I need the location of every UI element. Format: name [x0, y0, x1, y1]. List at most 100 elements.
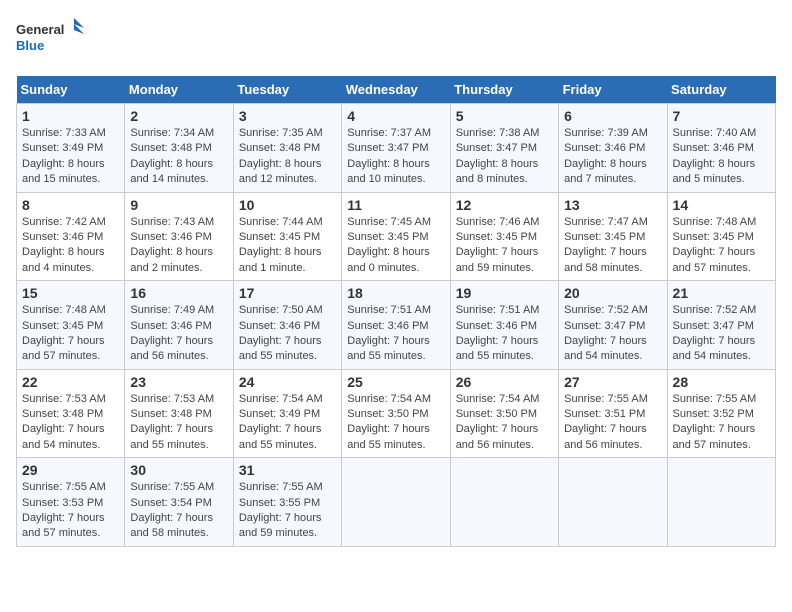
day-info: Sunrise: 7:53 AMSunset: 3:48 PMDaylight:… [22, 393, 106, 451]
day-info: Sunrise: 7:38 AMSunset: 3:47 PMDaylight:… [456, 127, 540, 185]
calendar-cell: 1 Sunrise: 7:33 AMSunset: 3:49 PMDayligh… [17, 104, 125, 193]
day-info: Sunrise: 7:55 AMSunset: 3:51 PMDaylight:… [564, 393, 648, 451]
header: General Blue [16, 16, 776, 66]
calendar-cell: 2 Sunrise: 7:34 AMSunset: 3:48 PMDayligh… [125, 104, 233, 193]
weekday-header-thursday: Thursday [450, 76, 558, 104]
day-number: 10 [239, 197, 336, 213]
day-info: Sunrise: 7:34 AMSunset: 3:48 PMDaylight:… [130, 127, 214, 185]
day-info: Sunrise: 7:52 AMSunset: 3:47 PMDaylight:… [564, 304, 648, 362]
day-number: 9 [130, 197, 227, 213]
calendar-cell: 10 Sunrise: 7:44 AMSunset: 3:45 PMDaylig… [233, 192, 341, 281]
calendar-cell: 25 Sunrise: 7:54 AMSunset: 3:50 PMDaylig… [342, 369, 450, 458]
calendar-cell: 16 Sunrise: 7:49 AMSunset: 3:46 PMDaylig… [125, 281, 233, 370]
calendar-cell: 14 Sunrise: 7:48 AMSunset: 3:45 PMDaylig… [667, 192, 775, 281]
svg-text:Blue: Blue [16, 38, 44, 53]
calendar-cell: 15 Sunrise: 7:48 AMSunset: 3:45 PMDaylig… [17, 281, 125, 370]
day-number: 8 [22, 197, 119, 213]
calendar-cell: 24 Sunrise: 7:54 AMSunset: 3:49 PMDaylig… [233, 369, 341, 458]
day-number: 6 [564, 108, 661, 124]
svg-text:General: General [16, 22, 64, 37]
day-number: 17 [239, 285, 336, 301]
day-number: 21 [673, 285, 770, 301]
calendar-week-4: 22 Sunrise: 7:53 AMSunset: 3:48 PMDaylig… [17, 369, 776, 458]
calendar-cell: 17 Sunrise: 7:50 AMSunset: 3:46 PMDaylig… [233, 281, 341, 370]
day-info: Sunrise: 7:55 AMSunset: 3:55 PMDaylight:… [239, 481, 323, 539]
calendar-header: SundayMondayTuesdayWednesdayThursdayFrid… [17, 76, 776, 104]
day-number: 26 [456, 374, 553, 390]
day-info: Sunrise: 7:51 AMSunset: 3:46 PMDaylight:… [456, 304, 540, 362]
day-info: Sunrise: 7:50 AMSunset: 3:46 PMDaylight:… [239, 304, 323, 362]
calendar-cell: 28 Sunrise: 7:55 AMSunset: 3:52 PMDaylig… [667, 369, 775, 458]
calendar-cell [559, 458, 667, 547]
calendar-cell: 31 Sunrise: 7:55 AMSunset: 3:55 PMDaylig… [233, 458, 341, 547]
logo: General Blue [16, 16, 86, 66]
calendar-cell: 26 Sunrise: 7:54 AMSunset: 3:50 PMDaylig… [450, 369, 558, 458]
day-number: 7 [673, 108, 770, 124]
calendar-cell: 19 Sunrise: 7:51 AMSunset: 3:46 PMDaylig… [450, 281, 558, 370]
day-info: Sunrise: 7:43 AMSunset: 3:46 PMDaylight:… [130, 216, 214, 274]
calendar-cell: 30 Sunrise: 7:55 AMSunset: 3:54 PMDaylig… [125, 458, 233, 547]
calendar-cell: 6 Sunrise: 7:39 AMSunset: 3:46 PMDayligh… [559, 104, 667, 193]
calendar-cell: 20 Sunrise: 7:52 AMSunset: 3:47 PMDaylig… [559, 281, 667, 370]
calendar-cell: 8 Sunrise: 7:42 AMSunset: 3:46 PMDayligh… [17, 192, 125, 281]
day-number: 24 [239, 374, 336, 390]
calendar-cell: 4 Sunrise: 7:37 AMSunset: 3:47 PMDayligh… [342, 104, 450, 193]
calendar-cell: 3 Sunrise: 7:35 AMSunset: 3:48 PMDayligh… [233, 104, 341, 193]
day-number: 22 [22, 374, 119, 390]
day-number: 18 [347, 285, 444, 301]
day-number: 2 [130, 108, 227, 124]
day-info: Sunrise: 7:39 AMSunset: 3:46 PMDaylight:… [564, 127, 648, 185]
day-info: Sunrise: 7:47 AMSunset: 3:45 PMDaylight:… [564, 216, 648, 274]
day-info: Sunrise: 7:48 AMSunset: 3:45 PMDaylight:… [673, 216, 757, 274]
calendar-cell: 7 Sunrise: 7:40 AMSunset: 3:46 PMDayligh… [667, 104, 775, 193]
calendar-cell: 22 Sunrise: 7:53 AMSunset: 3:48 PMDaylig… [17, 369, 125, 458]
day-number: 15 [22, 285, 119, 301]
day-number: 23 [130, 374, 227, 390]
calendar-week-2: 8 Sunrise: 7:42 AMSunset: 3:46 PMDayligh… [17, 192, 776, 281]
day-number: 25 [347, 374, 444, 390]
day-info: Sunrise: 7:55 AMSunset: 3:52 PMDaylight:… [673, 393, 757, 451]
day-number: 1 [22, 108, 119, 124]
day-number: 27 [564, 374, 661, 390]
day-info: Sunrise: 7:33 AMSunset: 3:49 PMDaylight:… [22, 127, 106, 185]
calendar-cell: 18 Sunrise: 7:51 AMSunset: 3:46 PMDaylig… [342, 281, 450, 370]
day-number: 19 [456, 285, 553, 301]
day-info: Sunrise: 7:40 AMSunset: 3:46 PMDaylight:… [673, 127, 757, 185]
day-info: Sunrise: 7:52 AMSunset: 3:47 PMDaylight:… [673, 304, 757, 362]
day-number: 29 [22, 462, 119, 478]
day-info: Sunrise: 7:55 AMSunset: 3:53 PMDaylight:… [22, 481, 106, 539]
calendar-cell: 5 Sunrise: 7:38 AMSunset: 3:47 PMDayligh… [450, 104, 558, 193]
calendar-week-1: 1 Sunrise: 7:33 AMSunset: 3:49 PMDayligh… [17, 104, 776, 193]
weekday-header-saturday: Saturday [667, 76, 775, 104]
day-info: Sunrise: 7:49 AMSunset: 3:46 PMDaylight:… [130, 304, 214, 362]
weekday-header-sunday: Sunday [17, 76, 125, 104]
day-info: Sunrise: 7:45 AMSunset: 3:45 PMDaylight:… [347, 216, 431, 274]
day-number: 12 [456, 197, 553, 213]
calendar-cell [667, 458, 775, 547]
day-info: Sunrise: 7:46 AMSunset: 3:45 PMDaylight:… [456, 216, 540, 274]
day-number: 13 [564, 197, 661, 213]
weekday-header-friday: Friday [559, 76, 667, 104]
weekday-header-wednesday: Wednesday [342, 76, 450, 104]
day-number: 31 [239, 462, 336, 478]
day-info: Sunrise: 7:37 AMSunset: 3:47 PMDaylight:… [347, 127, 431, 185]
day-info: Sunrise: 7:44 AMSunset: 3:45 PMDaylight:… [239, 216, 323, 274]
day-info: Sunrise: 7:54 AMSunset: 3:50 PMDaylight:… [456, 393, 540, 451]
day-number: 11 [347, 197, 444, 213]
calendar-cell: 29 Sunrise: 7:55 AMSunset: 3:53 PMDaylig… [17, 458, 125, 547]
day-info: Sunrise: 7:35 AMSunset: 3:48 PMDaylight:… [239, 127, 323, 185]
calendar-cell: 23 Sunrise: 7:53 AMSunset: 3:48 PMDaylig… [125, 369, 233, 458]
calendar-cell: 27 Sunrise: 7:55 AMSunset: 3:51 PMDaylig… [559, 369, 667, 458]
calendar-week-3: 15 Sunrise: 7:48 AMSunset: 3:45 PMDaylig… [17, 281, 776, 370]
day-info: Sunrise: 7:51 AMSunset: 3:46 PMDaylight:… [347, 304, 431, 362]
calendar-cell: 9 Sunrise: 7:43 AMSunset: 3:46 PMDayligh… [125, 192, 233, 281]
day-number: 4 [347, 108, 444, 124]
day-number: 3 [239, 108, 336, 124]
day-info: Sunrise: 7:54 AMSunset: 3:49 PMDaylight:… [239, 393, 323, 451]
weekday-header-tuesday: Tuesday [233, 76, 341, 104]
day-info: Sunrise: 7:48 AMSunset: 3:45 PMDaylight:… [22, 304, 106, 362]
weekday-header-monday: Monday [125, 76, 233, 104]
day-info: Sunrise: 7:53 AMSunset: 3:48 PMDaylight:… [130, 393, 214, 451]
day-info: Sunrise: 7:55 AMSunset: 3:54 PMDaylight:… [130, 481, 214, 539]
day-number: 16 [130, 285, 227, 301]
